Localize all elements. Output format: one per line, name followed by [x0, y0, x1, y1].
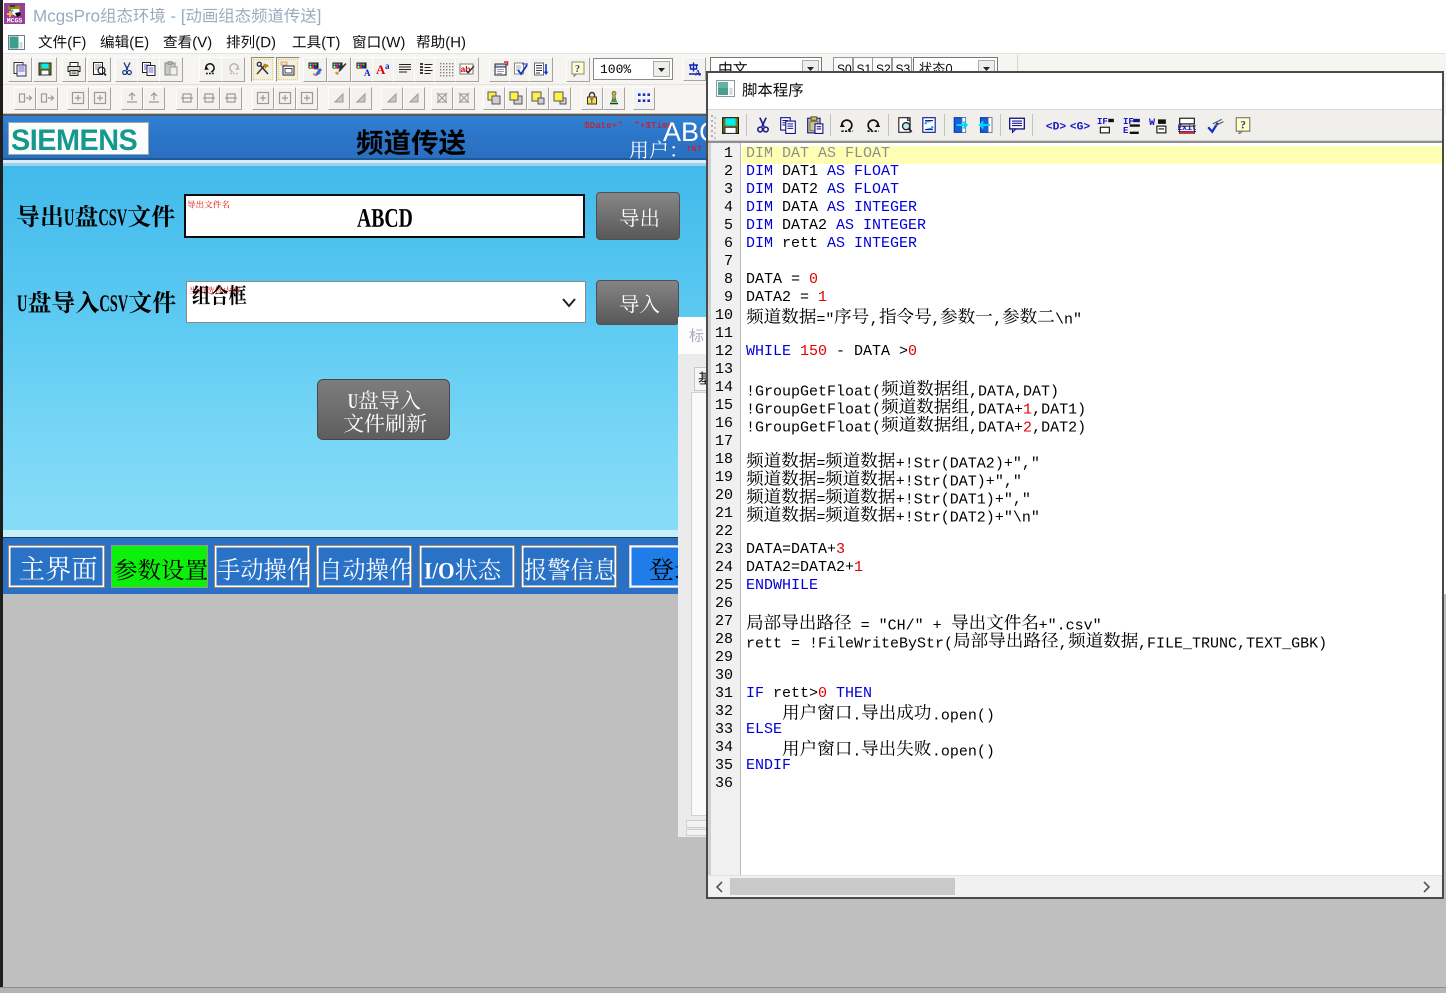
svg-text:a: a: [385, 61, 390, 71]
svg-text:?: ?: [1240, 119, 1246, 131]
svg-text:A: A: [695, 69, 701, 78]
svg-text:W: W: [1149, 118, 1156, 129]
svg-text:?: ?: [575, 64, 580, 75]
svg-text:A: A: [364, 68, 371, 77]
svg-text:<D>: <D>: [1046, 122, 1066, 134]
svg-text:T: T: [590, 99, 594, 105]
svg-text:MCGS: MCGS: [7, 18, 23, 25]
svg-text:<G>: <G>: [1070, 122, 1090, 134]
svg-text:IF: IF: [1097, 117, 1108, 127]
svg-text:E: E: [1123, 126, 1129, 134]
